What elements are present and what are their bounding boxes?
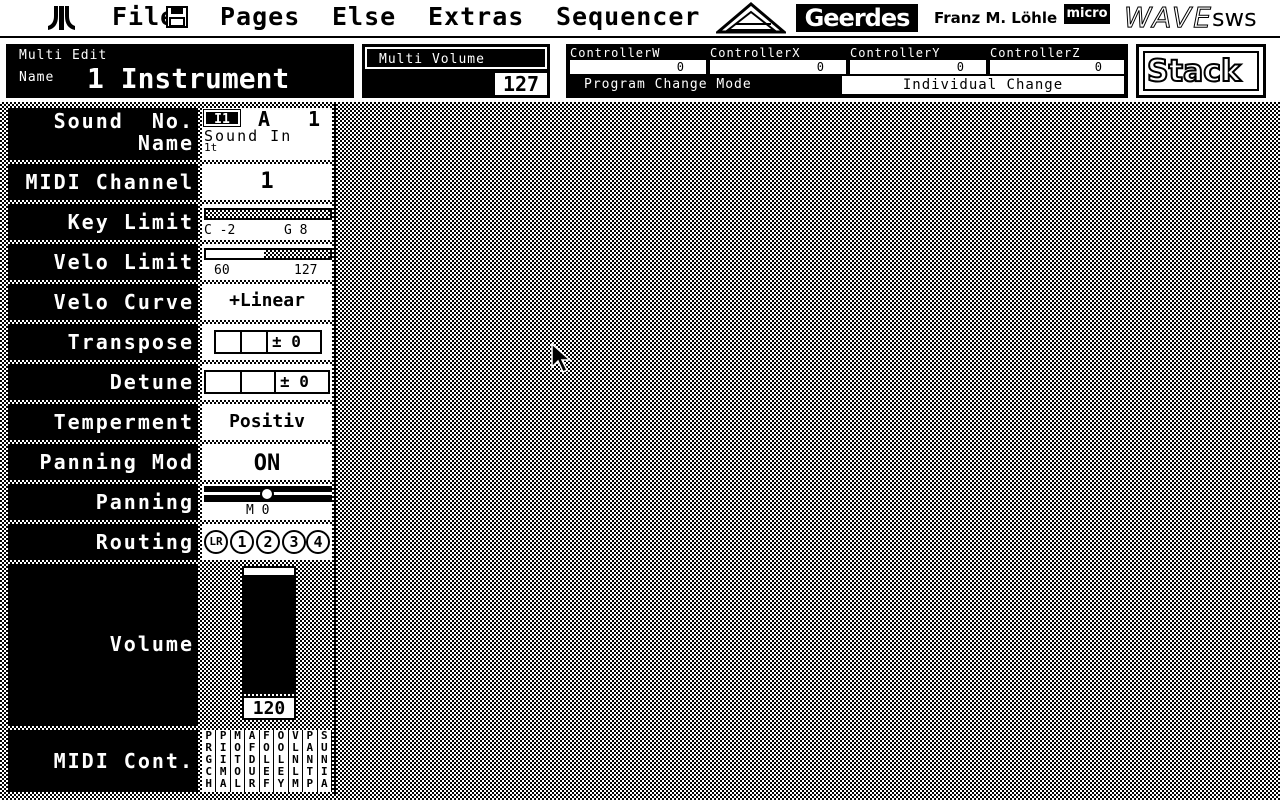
controller-x-value[interactable]: 0: [710, 60, 846, 74]
key-limit-slider[interactable]: [204, 208, 332, 220]
velo-curve-value[interactable]: +Linear: [202, 284, 332, 320]
velo-limit-slider[interactable]: [204, 248, 332, 260]
velo-limit-high: 127: [294, 263, 318, 278]
velo-curve-label: Velo Curve: [8, 284, 198, 320]
routing-4-button[interactable]: 4: [306, 530, 330, 554]
menu-pages[interactable]: Pages: [220, 2, 300, 32]
midi-cont-column[interactable]: S U N I A: [317, 730, 331, 792]
velo-limit-label: Velo Limit: [8, 244, 198, 280]
triangle-logo-icon: [716, 2, 786, 34]
key-limit-value-cell[interactable]: C -2 G 8: [202, 204, 332, 240]
controller-w-value[interactable]: 0: [570, 60, 706, 74]
routing-3-button[interactable]: 3: [282, 530, 306, 554]
volume-fader[interactable]: [242, 566, 296, 694]
atari-logo-icon[interactable]: [46, 4, 78, 32]
midi-cont-label: MIDI Cont.: [8, 730, 198, 792]
panning-mod-label: Panning Mod: [8, 444, 198, 480]
midi-cont-column[interactable]: M O T O L: [230, 730, 245, 792]
midi-cont-column[interactable]: P R G C H: [202, 730, 216, 792]
midi-cont-column[interactable]: F O L E F: [259, 730, 274, 792]
controller-z-label: ControllerZ: [990, 46, 1081, 60]
transpose-label: Transpose: [8, 324, 198, 360]
mouse-cursor-icon: [551, 343, 572, 374]
volume-fader-fill: [244, 575, 294, 692]
midi-channel-value[interactable]: 1: [202, 164, 332, 200]
volume-value[interactable]: 120: [242, 696, 296, 720]
sws-text: sws: [1212, 4, 1257, 32]
sound-label-cell: Sound No. Name: [8, 108, 198, 160]
sound-value-cell[interactable]: I1 A 1 Sound In 1t: [202, 108, 332, 160]
controller-labels: ControllerW ControllerX ControllerY Cont…: [570, 46, 1124, 60]
key-limit-low: C -2: [204, 223, 236, 238]
sound-bank[interactable]: I1: [203, 109, 241, 127]
panning-value-cell[interactable]: M 0: [202, 484, 332, 520]
micro-badge: micro: [1064, 4, 1110, 24]
routing-lr-button[interactable]: LR: [204, 530, 228, 554]
instrument-name[interactable]: 1 Instrument: [87, 63, 289, 95]
panning-slider[interactable]: [204, 486, 332, 502]
empty-workspace: [334, 104, 1274, 794]
sound-name-value2: 1t: [204, 141, 218, 154]
sound-number[interactable]: 1: [308, 108, 320, 130]
volume-value-cell: 120: [202, 564, 332, 726]
velo-limit-value-cell[interactable]: 60 127: [202, 244, 332, 280]
midi-cont-grid[interactable]: P R G C HP I I M AM O T O LA F D U RF O …: [202, 730, 332, 792]
multi-edit-panel[interactable]: Multi Edit Name 1 Instrument: [6, 44, 354, 98]
multi-volume-panel: Multi Volume 127: [362, 44, 550, 98]
multi-edit-title: Multi Edit: [19, 48, 108, 63]
velo-limit-low: 60: [214, 263, 230, 278]
controller-y-label: ControllerY: [850, 46, 941, 60]
stack-button[interactable]: Stack: [1136, 44, 1266, 98]
transpose-stepper[interactable]: ± 0: [214, 330, 322, 354]
panning-knob-icon[interactable]: [260, 487, 274, 501]
controller-x-label: ControllerX: [710, 46, 801, 60]
midi-cont-column[interactable]: V L N L M: [288, 730, 303, 792]
panning-value: M 0: [246, 503, 270, 518]
routing-1-button[interactable]: 1: [230, 530, 254, 554]
program-change-label: Program Change Mode: [584, 77, 752, 92]
multi-volume-title: Multi Volume: [365, 47, 547, 69]
routing-2-button[interactable]: 2: [256, 530, 280, 554]
key-limit-label: Key Limit: [8, 204, 198, 240]
transpose-value-cell[interactable]: ± 0: [202, 324, 332, 360]
author-text: Franz M. Löhle: [934, 9, 1058, 27]
transpose-value: ± 0: [272, 332, 301, 351]
controller-panel: ControllerW ControllerX ControllerY Cont…: [566, 44, 1128, 98]
sound-name-label: Name: [137, 131, 194, 155]
wave-logo: WAVE: [1124, 1, 1213, 34]
panning-mod-value[interactable]: ON: [202, 444, 332, 480]
stack-label: Stack: [1146, 53, 1242, 90]
sound-no-label: Sound No.: [53, 109, 194, 133]
midi-cont-column[interactable]: A F D U R: [245, 730, 259, 792]
midi-channel-label: MIDI Channel: [8, 164, 198, 200]
menu-sequencer[interactable]: Sequencer: [556, 2, 700, 32]
routing-value-cell[interactable]: LR 1 2 3 4: [202, 524, 332, 560]
program-change-value[interactable]: Individual Change: [842, 76, 1124, 94]
multi-volume-value[interactable]: 127: [495, 73, 547, 95]
routing-label: Routing: [8, 524, 198, 560]
controller-w-label: ControllerW: [570, 46, 661, 60]
midi-cont-column[interactable]: P I I M A: [216, 730, 230, 792]
panning-label: Panning: [8, 484, 198, 520]
floppy-disk-icon: [166, 6, 188, 28]
brand-logo: Geerdes: [796, 4, 918, 32]
menu-else[interactable]: Else: [332, 2, 396, 32]
menu-extras[interactable]: Extras: [428, 2, 524, 32]
controller-y-value[interactable]: 0: [850, 60, 986, 74]
temperment-value[interactable]: Positiv: [202, 404, 332, 440]
detune-value-cell[interactable]: ± 0: [202, 364, 332, 400]
temperment-label: Temperment: [8, 404, 198, 440]
name-label: Name: [19, 70, 55, 85]
midi-cont-column[interactable]: P A N T P: [303, 730, 317, 792]
key-limit-high: G 8: [284, 223, 308, 238]
detune-value: ± 0: [280, 372, 309, 391]
detune-stepper[interactable]: ± 0: [204, 370, 330, 394]
menu-bar: File Pages Else Extras Sequencer Geerdes…: [0, 0, 1280, 36]
controller-z-value[interactable]: 0: [990, 60, 1124, 74]
midi-cont-column[interactable]: O O L E Y: [274, 730, 288, 792]
detune-label: Detune: [8, 364, 198, 400]
volume-label: Volume: [8, 564, 198, 726]
